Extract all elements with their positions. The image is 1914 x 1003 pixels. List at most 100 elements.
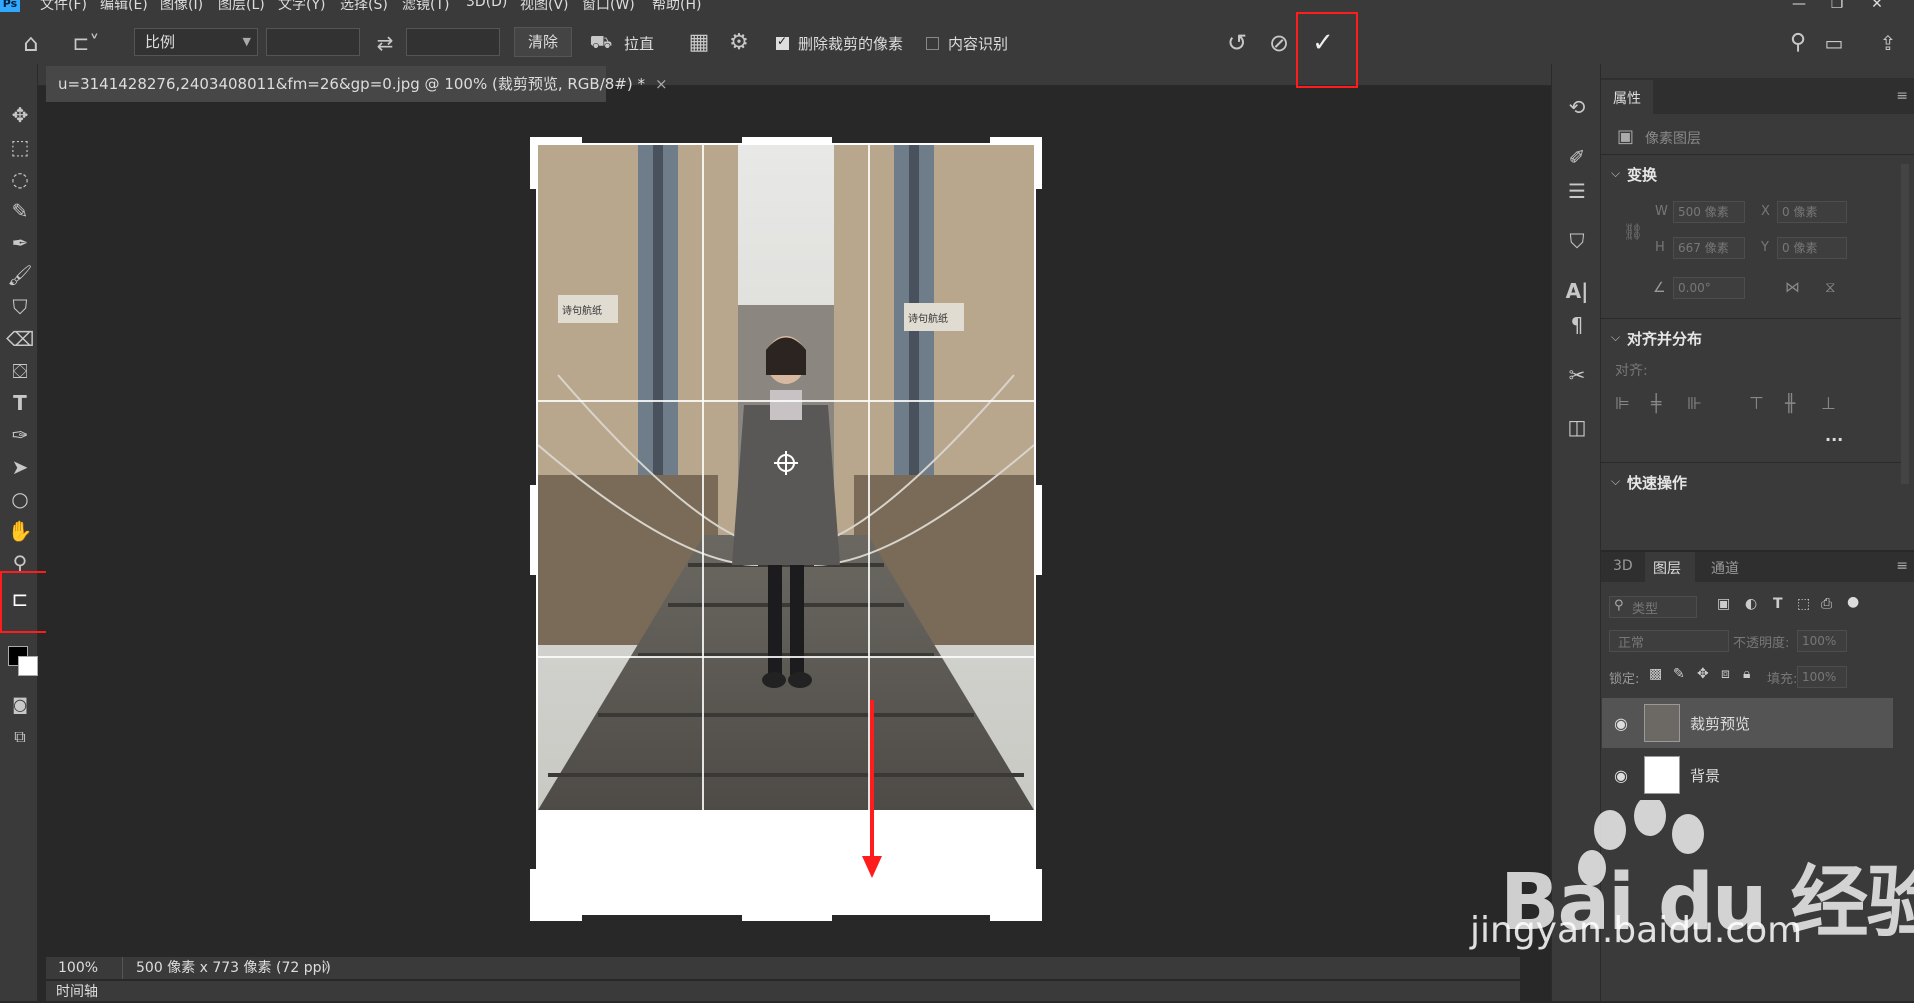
crop-handle-bottom-left[interactable] [530,869,538,921]
adjustments-icon[interactable]: ☰ [1562,176,1592,206]
quick-select-tool-icon[interactable]: ✎ [6,198,34,224]
align-distribute-title[interactable]: 对齐并分布 [1627,328,1702,349]
clear-button[interactable]: 清除 [514,27,572,57]
crop-tool-preset-icon[interactable]: ⊏˅ [66,28,106,58]
x-field[interactable]: 0 像素 [1777,201,1847,223]
type-tool-icon[interactable]: T [6,390,34,416]
zoom-level[interactable]: 100% [58,957,98,979]
path-select-tool-icon[interactable]: ➤ [6,454,34,480]
ratio-width-input[interactable] [266,28,360,56]
chevron-down-icon[interactable]: ⌵ [1611,474,1620,489]
reset-crop-icon[interactable]: ↺ [1222,28,1252,58]
layer-filter-select[interactable]: ⚲ 类型 [1609,596,1697,618]
lock-image-icon[interactable]: ✎ [1673,666,1685,682]
pen-tool-icon[interactable]: ✑ [6,422,34,448]
marquee-tool-icon[interactable]: ⬚ [6,134,34,160]
eye-icon[interactable]: ◉ [1614,714,1628,733]
menu-file[interactable]: 文件(F) [40,0,87,14]
paragraph-icon[interactable]: ¶ [1562,310,1592,340]
more-options-icon[interactable]: ... [1825,426,1843,445]
opacity-field[interactable]: 100% [1797,630,1847,652]
chevron-down-icon[interactable]: ⌵ [1611,330,1620,345]
menu-image[interactable]: 图像(I) [160,0,203,14]
filter-pixel-icon[interactable]: ▣ [1717,596,1730,612]
menu-select[interactable]: 选择(S) [340,0,388,14]
height-field[interactable]: 667 像素 [1673,237,1745,259]
align-center-h-icon[interactable]: ╪ [1651,394,1661,414]
align-left-icon[interactable]: ⊫ [1615,394,1630,414]
flip-vertical-icon[interactable]: ⧖ [1825,278,1836,296]
straighten-label[interactable]: 拉直 [624,33,654,54]
hand-tool-icon[interactable]: ✋ [6,518,34,544]
history-icon[interactable]: ⟲ [1562,92,1592,122]
tab-3d[interactable]: 3D [1613,558,1633,574]
tab-layers[interactable]: 图层 [1653,558,1681,578]
brush-settings-icon[interactable]: ✐ [1562,142,1592,172]
crop-handle-top-right[interactable] [1034,137,1042,189]
share-icon[interactable]: ⇪ [1874,28,1902,58]
layer-row-crop-preview[interactable]: ◉ 裁剪预览 [1602,698,1893,748]
menu-filter[interactable]: 滤镜(T) [402,0,449,14]
flip-horizontal-icon[interactable]: ⋈ [1785,278,1800,296]
filter-adjustment-icon[interactable]: ◐ [1745,596,1757,612]
blend-mode-select[interactable]: 正常 [1609,630,1729,652]
workspace-icon[interactable]: ▭ [1820,28,1848,58]
layer-name[interactable]: 裁剪预览 [1690,713,1750,734]
ratio-height-input[interactable] [406,28,500,56]
restore-icon[interactable]: ❐ [1824,0,1850,12]
filter-toggle-icon[interactable]: ● [1847,594,1859,610]
move-tool-icon[interactable]: ✥ [6,102,34,128]
filter-smart-object-icon[interactable]: ⎙ [1821,596,1832,612]
crop-tool-icon[interactable]: ⊏ [6,586,34,612]
menu-edit[interactable]: 编辑(E) [100,0,148,14]
swap-icon[interactable]: ⇄ [370,28,400,58]
gear-icon[interactable]: ⚙ [724,28,754,58]
ratio-select[interactable]: 比例 ▼ [134,28,258,56]
lock-position-icon[interactable]: ✥ [1697,666,1709,682]
crop-handle-top-left[interactable] [530,137,538,189]
minimize-icon[interactable]: — [1786,0,1812,12]
fill-field[interactable]: 100% [1797,666,1847,688]
align-top-icon[interactable]: ⊤ [1749,394,1764,414]
transform-title[interactable]: 变换 [1627,164,1657,185]
panel-menu-icon[interactable]: ≡ [1896,88,1908,104]
tab-channels[interactable]: 通道 [1711,558,1739,578]
stamp-tool-icon[interactable]: ⛉ [6,294,34,320]
link-icon[interactable]: ⛓ [1623,222,1643,241]
menu-3d[interactable]: 3D(D) [466,0,507,10]
crop-box[interactable] [536,143,1036,915]
lock-all-icon[interactable]: 🔒︎ [1743,666,1750,682]
character-icon[interactable]: A| [1562,276,1592,306]
menu-view[interactable]: 视图(V) [520,0,569,14]
quick-mask-icon[interactable]: ◙ [6,692,34,718]
screen-mode-icon[interactable]: ⧉ [6,724,34,750]
lock-transparent-icon[interactable]: ▩ [1649,666,1662,682]
align-bottom-icon[interactable]: ⊥ [1821,394,1836,414]
width-field[interactable]: 500 像素 [1673,201,1745,223]
quick-actions-title[interactable]: 快速操作 [1627,472,1687,493]
straighten-icon[interactable]: ⛟ [588,28,614,58]
properties-scrollbar[interactable] [1901,164,1909,484]
ellipse-tool-icon[interactable]: ○ [6,486,34,512]
align-middle-v-icon[interactable]: ╫ [1785,394,1795,414]
y-field[interactable]: 0 像素 [1777,237,1847,259]
close-window-icon[interactable]: ✕ [1864,0,1890,12]
zoom-tool-icon[interactable]: ⚲ [6,550,34,576]
cancel-crop-icon[interactable]: ⊘ [1264,28,1294,58]
angle-field[interactable]: 0.00° [1673,277,1745,299]
status-menu-arrow-icon[interactable]: 〉 [322,957,336,979]
panel-menu-icon[interactable]: ≡ [1896,558,1908,574]
delete-cropped-checkbox[interactable] [776,34,789,50]
close-tab-icon[interactable]: × [655,75,668,93]
menu-help[interactable]: 帮助(H) [652,0,701,14]
align-right-icon[interactable]: ⊪ [1687,394,1702,414]
background-color-swatch[interactable] [18,656,38,676]
crop-handle-right[interactable] [1034,485,1042,575]
chevron-down-icon[interactable]: ⌵ [1611,166,1620,181]
properties-tab[interactable]: 属性 [1613,88,1641,108]
crop-handle-left[interactable] [530,485,538,575]
crop-handle-bottom-right[interactable] [1034,869,1042,921]
filter-type-icon[interactable]: T [1773,596,1783,612]
lock-artboard-icon[interactable]: ⧈ [1721,666,1730,682]
content-aware-checkbox[interactable] [926,37,939,50]
